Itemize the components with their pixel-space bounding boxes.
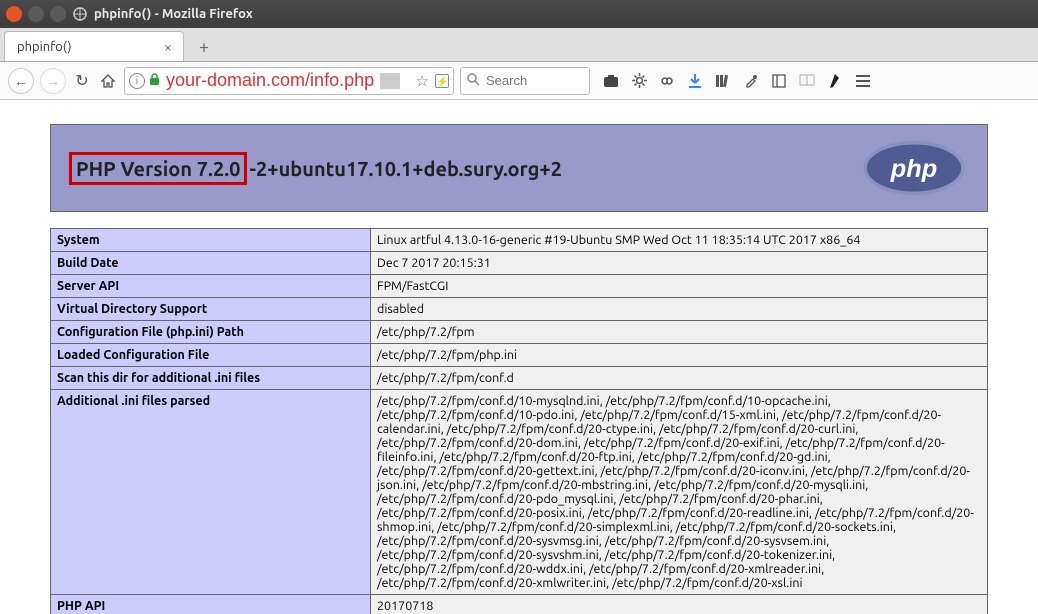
sidebar-icon[interactable] bbox=[770, 72, 788, 90]
php-header: PHP Version 7.2.0 -2+ubuntu17.10.1+deb.s… bbox=[50, 124, 988, 212]
row-value: /etc/php/7.2/fpm bbox=[371, 321, 988, 344]
svg-text:php: php bbox=[890, 155, 937, 183]
row-label: Server API bbox=[51, 275, 371, 298]
window-minimize-button[interactable] bbox=[28, 6, 44, 22]
menu-icon[interactable] bbox=[854, 72, 872, 90]
pageaction-icon[interactable]: ⚡ bbox=[435, 74, 449, 88]
reload-button[interactable]: ↻ bbox=[72, 71, 92, 91]
row-value: Dec 7 2017 20:15:31 bbox=[371, 252, 988, 275]
php-title: PHP Version 7.2.0 -2+ubuntu17.10.1+deb.s… bbox=[69, 152, 562, 185]
row-label: System bbox=[51, 229, 371, 252]
php-version-boxed-text: PHP Version 7.2.0 bbox=[76, 157, 240, 180]
forward-button[interactable]: → bbox=[40, 68, 66, 94]
table-row: Loaded Configuration File/etc/php/7.2/fp… bbox=[51, 344, 988, 367]
infinity-icon[interactable] bbox=[658, 72, 676, 90]
php-logo: php bbox=[859, 139, 969, 197]
url-bar[interactable]: i your-domain.com/info.php ☆ ⚡ bbox=[124, 67, 454, 95]
phpinfo-page: PHP Version 7.2.0 -2+ubuntu17.10.1+deb.s… bbox=[0, 100, 1038, 614]
site-info-icon[interactable]: i bbox=[129, 73, 145, 89]
window-maximize-button[interactable] bbox=[50, 6, 66, 22]
screenshot-icon[interactable] bbox=[602, 72, 620, 90]
row-value: /etc/php/7.2/fpm/conf.d/10-mysqlnd.ini, … bbox=[371, 390, 988, 595]
php-version-highlight: PHP Version 7.2.0 bbox=[69, 152, 247, 185]
search-box[interactable] bbox=[460, 67, 590, 95]
table-row: Configuration File (php.ini) Path/etc/ph… bbox=[51, 321, 988, 344]
php-version-rest: -2+ubuntu17.10.1+deb.sury.org+2 bbox=[249, 157, 562, 180]
eyedropper-icon[interactable] bbox=[742, 72, 760, 90]
table-row: SystemLinux artful 4.13.0-16-generic #19… bbox=[51, 229, 988, 252]
page-content[interactable]: PHP Version 7.2.0 -2+ubuntu17.10.1+deb.s… bbox=[0, 100, 1038, 614]
window-title: phpinfo() - Mozilla Firefox bbox=[94, 7, 253, 21]
row-label: Scan this dir for additional .ini files bbox=[51, 367, 371, 390]
row-value: disabled bbox=[371, 298, 988, 321]
table-row: Additional .ini files parsed/etc/php/7.2… bbox=[51, 390, 988, 595]
window-close-button[interactable] bbox=[6, 6, 22, 22]
lock-icon bbox=[149, 73, 160, 89]
row-value: /etc/php/7.2/fpm/conf.d bbox=[371, 367, 988, 390]
row-value: 20170718 bbox=[371, 595, 988, 614]
tab-close-button[interactable]: × bbox=[161, 40, 175, 54]
tab-label: phpinfo() bbox=[17, 40, 72, 54]
phpinfo-table: SystemLinux artful 4.13.0-16-generic #19… bbox=[50, 228, 988, 614]
settings-icon[interactable] bbox=[630, 72, 648, 90]
window-controls bbox=[6, 6, 66, 22]
row-value: /etc/php/7.2/fpm/php.ini bbox=[371, 344, 988, 367]
home-button[interactable] bbox=[98, 71, 118, 91]
toolbar-icons bbox=[602, 72, 872, 90]
search-input[interactable] bbox=[486, 73, 566, 88]
row-label: Loaded Configuration File bbox=[51, 344, 371, 367]
table-row: Server APIFPM/FastCGI bbox=[51, 275, 988, 298]
table-row: PHP API20170718 bbox=[51, 595, 988, 614]
row-label: Build Date bbox=[51, 252, 371, 275]
toolbar: ← → ↻ i your-domain.com/info.php ☆ ⚡ bbox=[0, 62, 1038, 100]
pen-icon[interactable] bbox=[826, 72, 844, 90]
book-icon[interactable] bbox=[798, 72, 816, 90]
search-icon bbox=[467, 73, 480, 89]
row-label: Configuration File (php.ini) Path bbox=[51, 321, 371, 344]
table-row: Build DateDec 7 2017 20:15:31 bbox=[51, 252, 988, 275]
bookmark-star-icon[interactable]: ☆ bbox=[416, 72, 429, 90]
new-tab-button[interactable]: + bbox=[190, 33, 218, 61]
download-icon[interactable] bbox=[686, 72, 704, 90]
url-selection-indicator bbox=[380, 73, 400, 89]
firefox-icon bbox=[72, 6, 88, 22]
row-label: Virtual Directory Support bbox=[51, 298, 371, 321]
row-value: FPM/FastCGI bbox=[371, 275, 988, 298]
row-label: Additional .ini files parsed bbox=[51, 390, 371, 595]
tab-phpinfo[interactable]: phpinfo() × bbox=[4, 31, 184, 61]
row-label: PHP API bbox=[51, 595, 371, 614]
window-titlebar: phpinfo() - Mozilla Firefox bbox=[0, 0, 1038, 28]
url-text: your-domain.com/info.php bbox=[164, 70, 376, 91]
tab-strip: phpinfo() × + bbox=[0, 28, 1038, 62]
table-row: Virtual Directory Supportdisabled bbox=[51, 298, 988, 321]
library-icon[interactable] bbox=[714, 72, 732, 90]
row-value: Linux artful 4.13.0-16-generic #19-Ubunt… bbox=[371, 229, 988, 252]
table-row: Scan this dir for additional .ini files/… bbox=[51, 367, 988, 390]
back-button[interactable]: ← bbox=[8, 68, 34, 94]
